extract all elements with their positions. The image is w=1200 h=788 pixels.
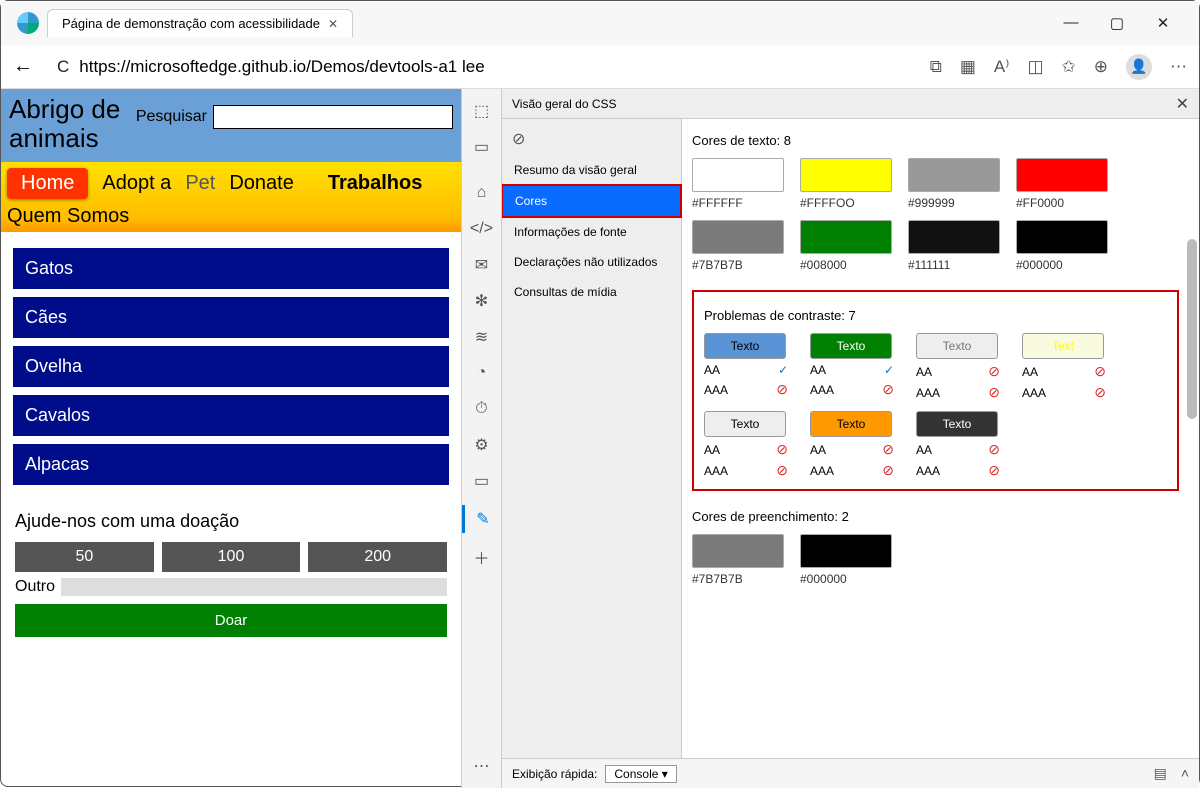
qr-icon[interactable]: ▦	[960, 57, 976, 77]
color-swatch[interactable]: #999999	[908, 158, 1000, 210]
css-overview-menu-item[interactable]: Informações de fonte	[502, 217, 681, 247]
read-aloud-icon[interactable]: A⁾	[994, 57, 1010, 77]
fill-colors-heading: Cores de preenchimento: 2	[692, 509, 1179, 524]
animal-row[interactable]: Cães	[13, 297, 449, 338]
quickview-select[interactable]: Console ▾	[605, 765, 676, 783]
animal-row[interactable]: Ovelha	[13, 346, 449, 387]
issues-icon[interactable]: ✻	[470, 289, 494, 313]
drawer-issues-icon[interactable]: ▤	[1154, 765, 1167, 782]
favorite-icon[interactable]: ✩	[1062, 57, 1076, 77]
color-swatch[interactable]: #FF0000	[1016, 158, 1108, 210]
donation-amount-button[interactable]: 50	[15, 542, 154, 572]
donation-other-input[interactable]	[61, 578, 447, 596]
tab-close-icon[interactable]: ✕	[328, 17, 338, 31]
clear-overview-icon[interactable]: ⊘	[502, 123, 681, 155]
css-overview-menu-item[interactable]: Resumo da visão geral	[502, 155, 681, 185]
contrast-item[interactable]: TextoAA✓AAA⊘	[704, 333, 790, 401]
lighthouse-icon[interactable]: ◔	[470, 361, 494, 385]
donation-amount-button[interactable]: 200	[308, 542, 447, 572]
responsive-icon[interactable]: ⧉	[930, 57, 942, 77]
network-icon[interactable]: ≋	[470, 325, 494, 349]
donation-other-label: Outro	[15, 578, 55, 596]
browser-tab[interactable]: Página de demonstração com acessibilidad…	[47, 9, 353, 37]
contrast-item[interactable]: TextoAA✓AAA⊘	[810, 333, 896, 401]
contrast-item[interactable]: TextoAA⊘AAA⊘	[916, 333, 1002, 401]
sources-icon[interactable]: </>	[470, 217, 494, 241]
css-overview-menu-item[interactable]: Cores	[502, 184, 682, 218]
window-close-icon[interactable]: ✕	[1153, 14, 1173, 32]
nav-jobs[interactable]: Trabalhos	[328, 172, 422, 195]
rendered-page: Abrigo de animais Pesquisar Home Adopt a…	[1, 89, 461, 788]
performance-icon[interactable]: ⏱	[470, 397, 494, 421]
donation-heading: Ajude-nos com uma doação	[15, 511, 447, 532]
css-overview-menu-item[interactable]: Declarações não utilizados	[502, 247, 681, 277]
back-button[interactable]: ←	[13, 55, 33, 78]
contrast-item[interactable]: TextAA⊘AAA⊘	[1022, 333, 1108, 401]
contrast-item[interactable]: TextoAA⊘AAA⊘	[916, 411, 1002, 479]
nav-home[interactable]: Home	[7, 168, 88, 199]
animal-row[interactable]: Alpacas	[13, 444, 449, 485]
devtools-panel-title: Visão geral do CSS	[512, 97, 617, 111]
window-minimize-icon[interactable]: —	[1061, 14, 1081, 32]
color-swatch[interactable]: #FFFFOO	[800, 158, 892, 210]
color-swatch[interactable]: #111111	[908, 220, 1000, 272]
console-icon[interactable]: ✉	[470, 253, 494, 277]
tab-title: Página de demonstração com acessibilidad…	[62, 16, 320, 31]
reader-icon[interactable]: ◫	[1027, 57, 1043, 77]
text-colors-heading: Cores de texto: 8	[692, 133, 1179, 148]
more-icon[interactable]: ⋯	[1170, 57, 1187, 77]
quickview-label: Exibição rápida:	[512, 767, 597, 781]
page-title: Abrigo de animais	[9, 95, 128, 152]
drawer-toggle-icon[interactable]: ˄	[1181, 765, 1189, 782]
contrast-item[interactable]: TextoAA⊘AAA⊘	[810, 411, 896, 479]
css-overview-menu-item[interactable]: Consultas de mídia	[502, 277, 681, 307]
inspect-icon[interactable]: ⬚	[470, 99, 494, 123]
add-tool-icon[interactable]: ＋	[470, 545, 494, 569]
animal-row[interactable]: Cavalos	[13, 395, 449, 436]
devtools-toolbar: ⬚ ▭ ⌂ </> ✉ ✻ ≋ ◔ ⏱ ⚙ ▭ ✎ ＋ ⋯	[462, 89, 502, 788]
memory-icon[interactable]: ⚙	[470, 433, 494, 457]
color-swatch[interactable]: #000000	[1016, 220, 1108, 272]
elements-icon[interactable]: ⌂	[470, 181, 494, 205]
css-overview-icon[interactable]: ✎	[462, 505, 501, 533]
color-swatch[interactable]: #008000	[800, 220, 892, 272]
edge-logo-icon	[17, 12, 39, 34]
contrast-item[interactable]: TextoAA⊘AAA⊘	[704, 411, 790, 479]
application-icon[interactable]: ▭	[470, 469, 494, 493]
color-swatch[interactable]: #FFFFFF	[692, 158, 784, 210]
donation-amount-button[interactable]: 100	[162, 542, 301, 572]
address-bar[interactable]: C https://microsoftedge.github.io/Demos/…	[47, 57, 916, 77]
search-input[interactable]	[213, 105, 453, 129]
scrollbar-thumb[interactable]	[1187, 239, 1197, 419]
color-swatch[interactable]: #7B7B7B	[692, 534, 784, 586]
devtools-close-icon[interactable]: ✕	[1176, 94, 1189, 114]
nav-about[interactable]: Quem Somos	[7, 205, 455, 228]
nav-pet[interactable]: Pet	[185, 172, 215, 195]
donate-button[interactable]: Doar	[15, 604, 447, 637]
url-text: https://microsoftedge.github.io/Demos/de…	[79, 57, 484, 77]
css-overview-content: Cores de texto: 8 #FFFFFF #FFFFOO #999999 #…	[682, 119, 1199, 758]
contrast-heading: Problemas de contraste: 7	[704, 308, 1167, 323]
donation-amounts: 50 100200	[15, 542, 447, 572]
color-swatch[interactable]: #7B7B7B	[692, 220, 784, 272]
color-swatch[interactable]: #000000	[800, 534, 892, 586]
animal-row[interactable]: Gatos	[13, 248, 449, 289]
collections-icon[interactable]: ⊕	[1094, 57, 1108, 77]
animal-list: Gatos Cães Ovelha Cavalos Alpacas	[1, 232, 461, 493]
main-nav: Home Adopt a Pet Donate Trabalhos Quem S…	[1, 162, 461, 232]
device-icon[interactable]: ▭	[470, 135, 494, 159]
css-overview-sidebar: ⊘ Resumo da visão geralCoresInformações …	[502, 119, 682, 758]
more-tools-icon[interactable]: ⋯	[470, 754, 494, 778]
search-label: Pesquisar	[136, 108, 207, 126]
nav-donate[interactable]: Donate	[229, 172, 294, 195]
window-maximize-icon[interactable]: ▢	[1107, 14, 1127, 32]
url-prefix: C	[57, 57, 69, 77]
profile-avatar[interactable]: 👤	[1126, 54, 1152, 80]
nav-adopt[interactable]: Adopt a	[102, 172, 171, 195]
